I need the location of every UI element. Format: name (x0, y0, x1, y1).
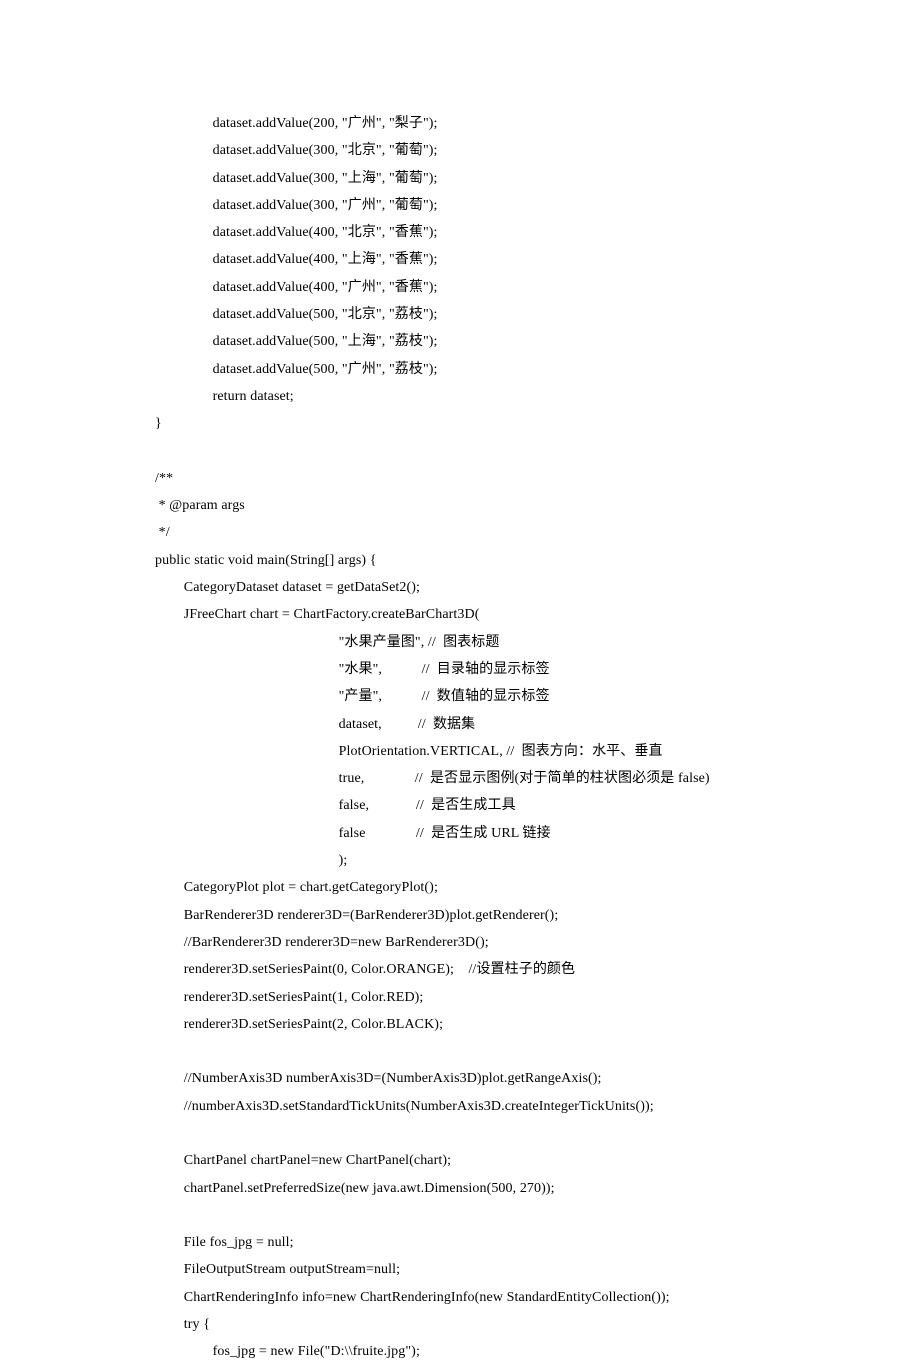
code-block: dataset.addValue(200, "广州", "梨子"); datas… (0, 0, 920, 1366)
